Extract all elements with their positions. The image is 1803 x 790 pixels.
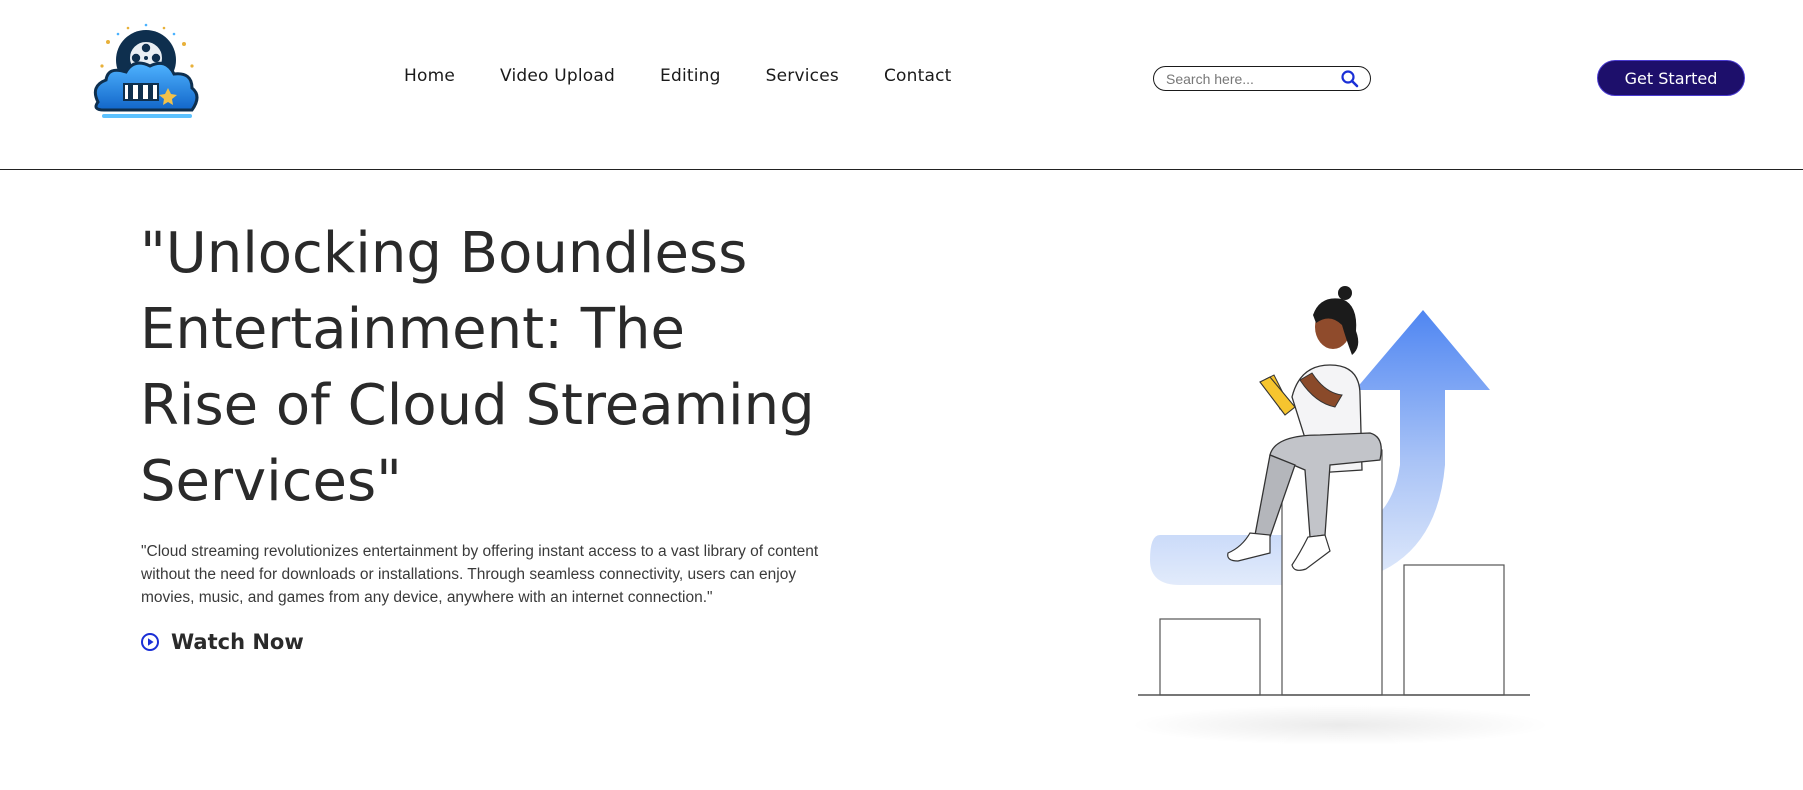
search-icon[interactable] (1340, 69, 1360, 89)
growth-illustration (1130, 286, 1550, 745)
site-header: Home Video Upload Editing Services Conta… (0, 0, 1803, 170)
nav-home[interactable]: Home (404, 66, 455, 86)
hero-description: "Cloud streaming revolutionizes entertai… (141, 543, 819, 606)
search-input[interactable] (1166, 70, 1336, 87)
watch-now-label: Watch Now (171, 630, 304, 654)
watch-now-button[interactable]: Watch Now (140, 630, 304, 654)
nav-video-upload[interactable]: Video Upload (500, 66, 615, 86)
play-circle-icon (141, 633, 159, 651)
hero-title: "Unlocking Boundless Entertainment: The … (140, 221, 815, 514)
main-nav: Home Video Upload Editing Services Conta… (404, 66, 952, 86)
nav-contact[interactable]: Contact (884, 66, 952, 86)
cloud-film-logo[interactable] (88, 22, 206, 124)
search-box (1153, 66, 1371, 91)
nav-services[interactable]: Services (766, 66, 839, 86)
nav-editing[interactable]: Editing (660, 66, 721, 86)
get-started-button[interactable]: Get Started (1597, 60, 1745, 96)
